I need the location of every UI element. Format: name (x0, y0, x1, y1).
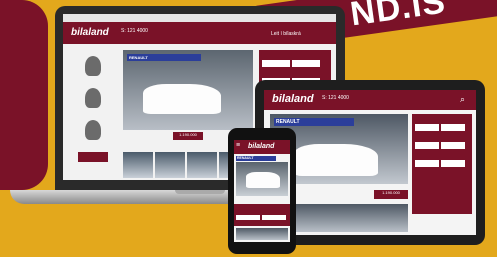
staff-photo (85, 120, 101, 140)
left-banner (0, 0, 48, 190)
nav-search-label[interactable]: Leit í bílaskrá (271, 31, 301, 37)
filter-input[interactable] (262, 60, 290, 67)
tablet-price-tag[interactable]: 1.190.000 (374, 190, 408, 199)
phone-hero (236, 162, 288, 196)
laptop-notch (175, 190, 225, 194)
phone-promo-strip: RENAULT (236, 156, 276, 161)
filter-input[interactable] (441, 160, 465, 167)
car-image (294, 144, 378, 176)
price-tag[interactable]: 1.190.000 (173, 132, 203, 140)
price-text: 1.190.000 (179, 132, 197, 137)
tablet-header: bilaland S: 121 4000 ⌕ (264, 90, 476, 110)
phone-thumbs (236, 228, 288, 240)
headline-text: ND.IS (347, 0, 449, 34)
filter-input[interactable] (441, 124, 465, 131)
car-image (143, 84, 221, 114)
car-thumb[interactable] (187, 152, 217, 178)
phone-screen: ≡ bilaland RENAULT (234, 140, 290, 242)
tablet-price-text: 1.190.000 (382, 190, 400, 195)
promo-strip: RENAULT (127, 54, 201, 61)
car-thumb[interactable] (155, 152, 185, 178)
tablet-logo[interactable]: bilaland (272, 93, 314, 105)
phone-filter-panel (234, 204, 290, 238)
tablet-promo-label: RENAULT (276, 119, 300, 125)
car-thumb[interactable] (123, 152, 153, 178)
filter-input[interactable] (415, 142, 439, 149)
tablet-promo-strip: RENAULT (274, 118, 354, 126)
filter-input[interactable] (415, 124, 439, 131)
staff-button[interactable] (78, 152, 108, 162)
staff-column (69, 50, 117, 170)
phone-header: ≡ bilaland (234, 140, 290, 154)
promo-label: RENAULT (129, 55, 148, 60)
filter-input[interactable] (441, 142, 465, 149)
staff-photo (85, 88, 101, 108)
menu-icon[interactable]: ≡ (236, 142, 240, 149)
staff-photo (85, 56, 101, 76)
tablet-phone: S: 121 4000 (322, 95, 349, 101)
site-header: bilaland S: 121 4000 Leit í bílaskrá (63, 22, 336, 44)
phone-promo-label: RENAULT (237, 156, 254, 160)
filter-input[interactable] (236, 215, 260, 220)
site-phone: S: 121 4000 (121, 28, 148, 34)
filter-input[interactable] (292, 60, 320, 67)
tablet-filter-panel (412, 114, 472, 214)
car-image (246, 172, 280, 188)
hero-banner: RENAULT (123, 50, 253, 130)
search-icon[interactable]: ⌕ (460, 94, 465, 105)
filter-input[interactable] (262, 215, 286, 220)
phone-logo[interactable]: bilaland (248, 143, 274, 150)
site-logo[interactable]: bilaland (71, 27, 109, 38)
filter-input[interactable] (415, 160, 439, 167)
